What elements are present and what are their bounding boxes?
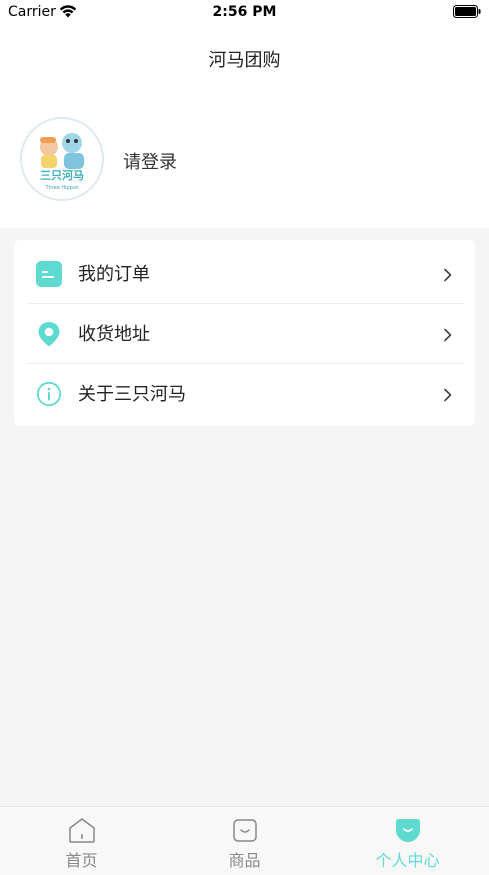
location-pin-icon (38, 322, 60, 347)
tab-label: 商品 (228, 851, 261, 870)
chevron-right-icon (444, 328, 452, 342)
svg-text:Three Hippos: Three Hippos (44, 185, 78, 191)
tab-label: 个人中心 (375, 851, 440, 870)
tab-home[interactable]: 首页 (0, 807, 163, 875)
tab-profile[interactable]: 个人中心 (326, 807, 489, 875)
chevron-right-icon (444, 268, 452, 282)
bag-icon (233, 819, 257, 842)
menu-card: 我的订单 收货地址 关于三只河马 (14, 240, 475, 426)
menu-item-about[interactable]: 关于三只河马 (14, 364, 475, 424)
battery-icon (453, 5, 481, 18)
home-icon (69, 818, 95, 843)
menu-item-label: 关于三只河马 (78, 384, 186, 405)
tab-products[interactable]: 商品 (163, 807, 326, 875)
chevron-right-icon (444, 388, 452, 402)
menu-item-label: 收货地址 (78, 324, 150, 345)
order-list-icon (36, 261, 62, 287)
svg-text:三只河马: 三只河马 (40, 168, 84, 182)
page-title: 河马团购 (208, 50, 281, 71)
avatar[interactable]: 三只河马 Three Hippos (20, 117, 104, 201)
menu-item-my-orders[interactable]: 我的订单 (14, 244, 475, 304)
tab-label: 首页 (65, 851, 98, 870)
menu-item-label: 我的订单 (78, 264, 150, 285)
status-bar: Carrier 2:56 PM (0, 0, 489, 26)
login-link[interactable]: 请登录 (123, 148, 177, 174)
profile-face-icon (396, 819, 420, 842)
three-hippos-logo-icon: 三只河马 Three Hippos (40, 133, 84, 191)
profile-screen: Carrier 2:56 PM 河马团购 三只河马 Three Hippos 请… (0, 0, 489, 875)
clock-time: 2:56 PM (212, 4, 277, 20)
menu-item-shipping-address[interactable]: 收货地址 (14, 304, 475, 364)
tab-bar: 首页 商品 个人中心 (0, 806, 489, 875)
info-icon (36, 381, 62, 407)
